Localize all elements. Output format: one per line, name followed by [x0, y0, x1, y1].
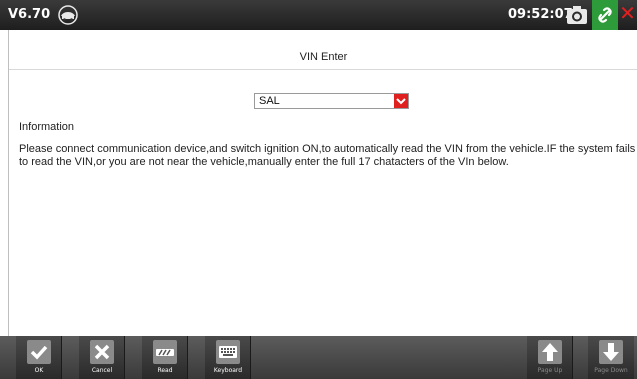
arrow-down-icon — [599, 340, 623, 364]
vin-prefix-select[interactable]: SAL — [254, 93, 409, 109]
content-area: VIN Enter SAL Information Please connect… — [8, 30, 637, 336]
cancel-button[interactable]: Cancel — [79, 336, 125, 379]
page-up-label: Page Up — [537, 367, 563, 374]
title-row: VIN Enter — [9, 30, 637, 70]
page-down-button[interactable]: Page Down — [588, 336, 634, 379]
page-up-button[interactable]: Page Up — [527, 336, 573, 379]
chevron-down-icon — [396, 98, 406, 105]
keyboard-icon — [216, 340, 240, 364]
read-label: Read — [157, 367, 173, 374]
cancel-label: Cancel — [91, 367, 113, 374]
information-text: Please connect communication device,and … — [19, 143, 636, 168]
page-title: VIN Enter — [299, 51, 348, 63]
vin-read-icon — [153, 340, 177, 364]
bottom-toolbar: OK Cancel Read Keyboard Page Up Page Dow… — [0, 336, 637, 379]
cancel-icon — [90, 340, 114, 364]
ok-label: OK — [34, 367, 44, 374]
status-bar: V6.70 09:52:07 ✕ — [0, 0, 637, 30]
link-icon — [598, 7, 612, 23]
check-icon — [27, 340, 51, 364]
vin-select-value: SAL — [259, 95, 280, 107]
camera-icon[interactable] — [565, 4, 589, 26]
vin-logo-icon — [58, 5, 78, 25]
clock: 09:52:07 — [508, 7, 573, 22]
ok-button[interactable]: OK — [16, 336, 62, 379]
connection-button[interactable] — [592, 0, 618, 30]
close-icon: ✕ — [619, 3, 636, 25]
dropdown-arrow[interactable] — [394, 94, 408, 108]
software-version: V6.70 — [8, 7, 51, 22]
keyboard-button[interactable]: Keyboard — [205, 336, 251, 379]
close-button[interactable]: ✕ — [618, 0, 637, 30]
keyboard-label: Keyboard — [213, 367, 243, 374]
information-label: Information — [19, 121, 75, 133]
read-button[interactable]: Read — [142, 336, 188, 379]
arrow-up-icon — [538, 340, 562, 364]
page-down-label: Page Down — [594, 367, 628, 374]
